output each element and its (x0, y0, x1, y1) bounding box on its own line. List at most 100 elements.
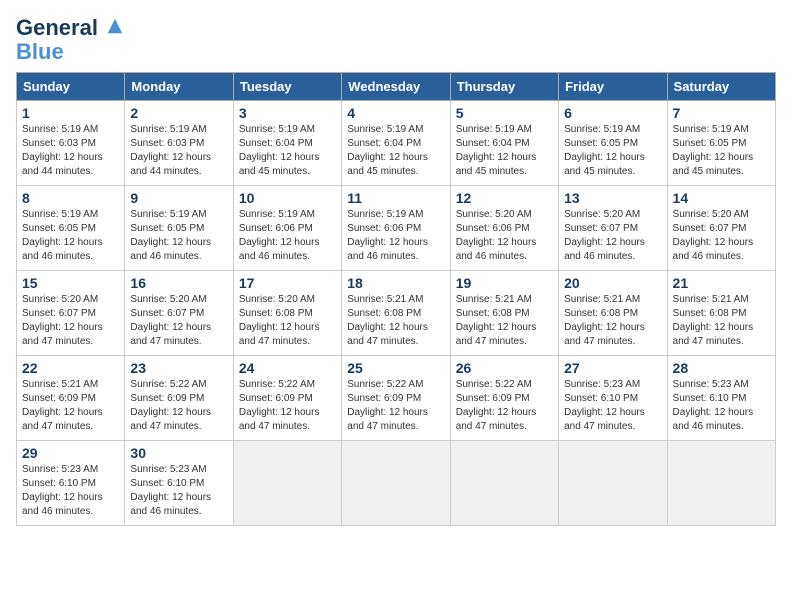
day-number: 12 (456, 190, 553, 206)
calendar-cell: 4 Sunrise: 5:19 AM Sunset: 6:04 PM Dayli… (342, 101, 450, 186)
day-number: 4 (347, 105, 444, 121)
cell-content: Sunrise: 5:20 AM Sunset: 6:06 PM Dayligh… (456, 208, 553, 264)
calendar-cell: 24 Sunrise: 5:22 AM Sunset: 6:09 PM Dayl… (233, 356, 341, 441)
calendar-cell: 23 Sunrise: 5:22 AM Sunset: 6:09 PM Dayl… (125, 356, 233, 441)
calendar-cell: 29 Sunrise: 5:23 AM Sunset: 6:10 PM Dayl… (17, 441, 125, 526)
cell-content: Sunrise: 5:22 AM Sunset: 6:09 PM Dayligh… (130, 378, 227, 434)
weekday-header-wednesday: Wednesday (342, 73, 450, 101)
cell-content: Sunrise: 5:20 AM Sunset: 6:07 PM Dayligh… (22, 293, 119, 349)
day-number: 21 (673, 275, 770, 291)
day-number: 20 (564, 275, 661, 291)
cell-content: Sunrise: 5:23 AM Sunset: 6:10 PM Dayligh… (22, 463, 119, 519)
calendar-cell: 5 Sunrise: 5:19 AM Sunset: 6:04 PM Dayli… (450, 101, 558, 186)
calendar-cell: 14 Sunrise: 5:20 AM Sunset: 6:07 PM Dayl… (667, 186, 775, 271)
calendar-cell: 30 Sunrise: 5:23 AM Sunset: 6:10 PM Dayl… (125, 441, 233, 526)
day-number: 23 (130, 360, 227, 376)
weekday-header-thursday: Thursday (450, 73, 558, 101)
calendar-cell (450, 441, 558, 526)
calendar-cell: 12 Sunrise: 5:20 AM Sunset: 6:06 PM Dayl… (450, 186, 558, 271)
calendar-cell: 7 Sunrise: 5:19 AM Sunset: 6:05 PM Dayli… (667, 101, 775, 186)
day-number: 25 (347, 360, 444, 376)
calendar-table: SundayMondayTuesdayWednesdayThursdayFrid… (16, 72, 776, 526)
day-number: 7 (673, 105, 770, 121)
cell-content: Sunrise: 5:23 AM Sunset: 6:10 PM Dayligh… (130, 463, 227, 519)
day-number: 27 (564, 360, 661, 376)
calendar-cell: 21 Sunrise: 5:21 AM Sunset: 6:08 PM Dayl… (667, 271, 775, 356)
cell-content: Sunrise: 5:22 AM Sunset: 6:09 PM Dayligh… (456, 378, 553, 434)
day-number: 30 (130, 445, 227, 461)
day-number: 26 (456, 360, 553, 376)
cell-content: Sunrise: 5:20 AM Sunset: 6:07 PM Dayligh… (564, 208, 661, 264)
calendar-cell: 18 Sunrise: 5:21 AM Sunset: 6:08 PM Dayl… (342, 271, 450, 356)
day-number: 17 (239, 275, 336, 291)
cell-content: Sunrise: 5:19 AM Sunset: 6:05 PM Dayligh… (564, 123, 661, 179)
calendar-cell (342, 441, 450, 526)
cell-content: Sunrise: 5:21 AM Sunset: 6:08 PM Dayligh… (347, 293, 444, 349)
logo: General Blue (16, 16, 124, 64)
day-number: 5 (456, 105, 553, 121)
calendar-cell: 16 Sunrise: 5:20 AM Sunset: 6:07 PM Dayl… (125, 271, 233, 356)
day-number: 14 (673, 190, 770, 206)
cell-content: Sunrise: 5:19 AM Sunset: 6:04 PM Dayligh… (239, 123, 336, 179)
calendar-cell: 1 Sunrise: 5:19 AM Sunset: 6:03 PM Dayli… (17, 101, 125, 186)
day-number: 28 (673, 360, 770, 376)
day-number: 6 (564, 105, 661, 121)
calendar-cell: 10 Sunrise: 5:19 AM Sunset: 6:06 PM Dayl… (233, 186, 341, 271)
calendar-cell: 15 Sunrise: 5:20 AM Sunset: 6:07 PM Dayl… (17, 271, 125, 356)
cell-content: Sunrise: 5:19 AM Sunset: 6:04 PM Dayligh… (347, 123, 444, 179)
day-number: 13 (564, 190, 661, 206)
cell-content: Sunrise: 5:23 AM Sunset: 6:10 PM Dayligh… (564, 378, 661, 434)
day-number: 18 (347, 275, 444, 291)
cell-content: Sunrise: 5:20 AM Sunset: 6:07 PM Dayligh… (130, 293, 227, 349)
calendar-cell: 17 Sunrise: 5:20 AM Sunset: 6:08 PM Dayl… (233, 271, 341, 356)
day-number: 10 (239, 190, 336, 206)
calendar-cell: 3 Sunrise: 5:19 AM Sunset: 6:04 PM Dayli… (233, 101, 341, 186)
cell-content: Sunrise: 5:21 AM Sunset: 6:08 PM Dayligh… (673, 293, 770, 349)
cell-content: Sunrise: 5:19 AM Sunset: 6:03 PM Dayligh… (130, 123, 227, 179)
day-number: 3 (239, 105, 336, 121)
calendar-cell (233, 441, 341, 526)
calendar-cell (559, 441, 667, 526)
weekday-header-monday: Monday (125, 73, 233, 101)
calendar-cell: 22 Sunrise: 5:21 AM Sunset: 6:09 PM Dayl… (17, 356, 125, 441)
day-number: 24 (239, 360, 336, 376)
cell-content: Sunrise: 5:21 AM Sunset: 6:08 PM Dayligh… (564, 293, 661, 349)
logo-icon (106, 17, 124, 35)
logo-text-line1: General (16, 16, 124, 40)
cell-content: Sunrise: 5:19 AM Sunset: 6:06 PM Dayligh… (347, 208, 444, 264)
page-header: General Blue (16, 16, 776, 64)
day-number: 11 (347, 190, 444, 206)
calendar-cell: 8 Sunrise: 5:19 AM Sunset: 6:05 PM Dayli… (17, 186, 125, 271)
day-number: 1 (22, 105, 119, 121)
day-number: 29 (22, 445, 119, 461)
calendar-cell: 28 Sunrise: 5:23 AM Sunset: 6:10 PM Dayl… (667, 356, 775, 441)
cell-content: Sunrise: 5:19 AM Sunset: 6:05 PM Dayligh… (130, 208, 227, 264)
logo-text-line2: Blue (16, 40, 124, 64)
day-number: 15 (22, 275, 119, 291)
calendar-cell: 11 Sunrise: 5:19 AM Sunset: 6:06 PM Dayl… (342, 186, 450, 271)
calendar-cell: 9 Sunrise: 5:19 AM Sunset: 6:05 PM Dayli… (125, 186, 233, 271)
cell-content: Sunrise: 5:21 AM Sunset: 6:08 PM Dayligh… (456, 293, 553, 349)
weekday-header-saturday: Saturday (667, 73, 775, 101)
cell-content: Sunrise: 5:20 AM Sunset: 6:08 PM Dayligh… (239, 293, 336, 349)
day-number: 9 (130, 190, 227, 206)
day-number: 16 (130, 275, 227, 291)
calendar-cell: 13 Sunrise: 5:20 AM Sunset: 6:07 PM Dayl… (559, 186, 667, 271)
calendar-cell: 26 Sunrise: 5:22 AM Sunset: 6:09 PM Dayl… (450, 356, 558, 441)
day-number: 8 (22, 190, 119, 206)
cell-content: Sunrise: 5:22 AM Sunset: 6:09 PM Dayligh… (239, 378, 336, 434)
cell-content: Sunrise: 5:21 AM Sunset: 6:09 PM Dayligh… (22, 378, 119, 434)
weekday-header-friday: Friday (559, 73, 667, 101)
weekday-header-sunday: Sunday (17, 73, 125, 101)
calendar-cell: 19 Sunrise: 5:21 AM Sunset: 6:08 PM Dayl… (450, 271, 558, 356)
cell-content: Sunrise: 5:19 AM Sunset: 6:03 PM Dayligh… (22, 123, 119, 179)
day-number: 22 (22, 360, 119, 376)
calendar-cell: 6 Sunrise: 5:19 AM Sunset: 6:05 PM Dayli… (559, 101, 667, 186)
calendar-cell (667, 441, 775, 526)
calendar-cell: 2 Sunrise: 5:19 AM Sunset: 6:03 PM Dayli… (125, 101, 233, 186)
weekday-header-tuesday: Tuesday (233, 73, 341, 101)
cell-content: Sunrise: 5:19 AM Sunset: 6:05 PM Dayligh… (673, 123, 770, 179)
calendar-cell: 27 Sunrise: 5:23 AM Sunset: 6:10 PM Dayl… (559, 356, 667, 441)
cell-content: Sunrise: 5:19 AM Sunset: 6:04 PM Dayligh… (456, 123, 553, 179)
calendar-cell: 20 Sunrise: 5:21 AM Sunset: 6:08 PM Dayl… (559, 271, 667, 356)
